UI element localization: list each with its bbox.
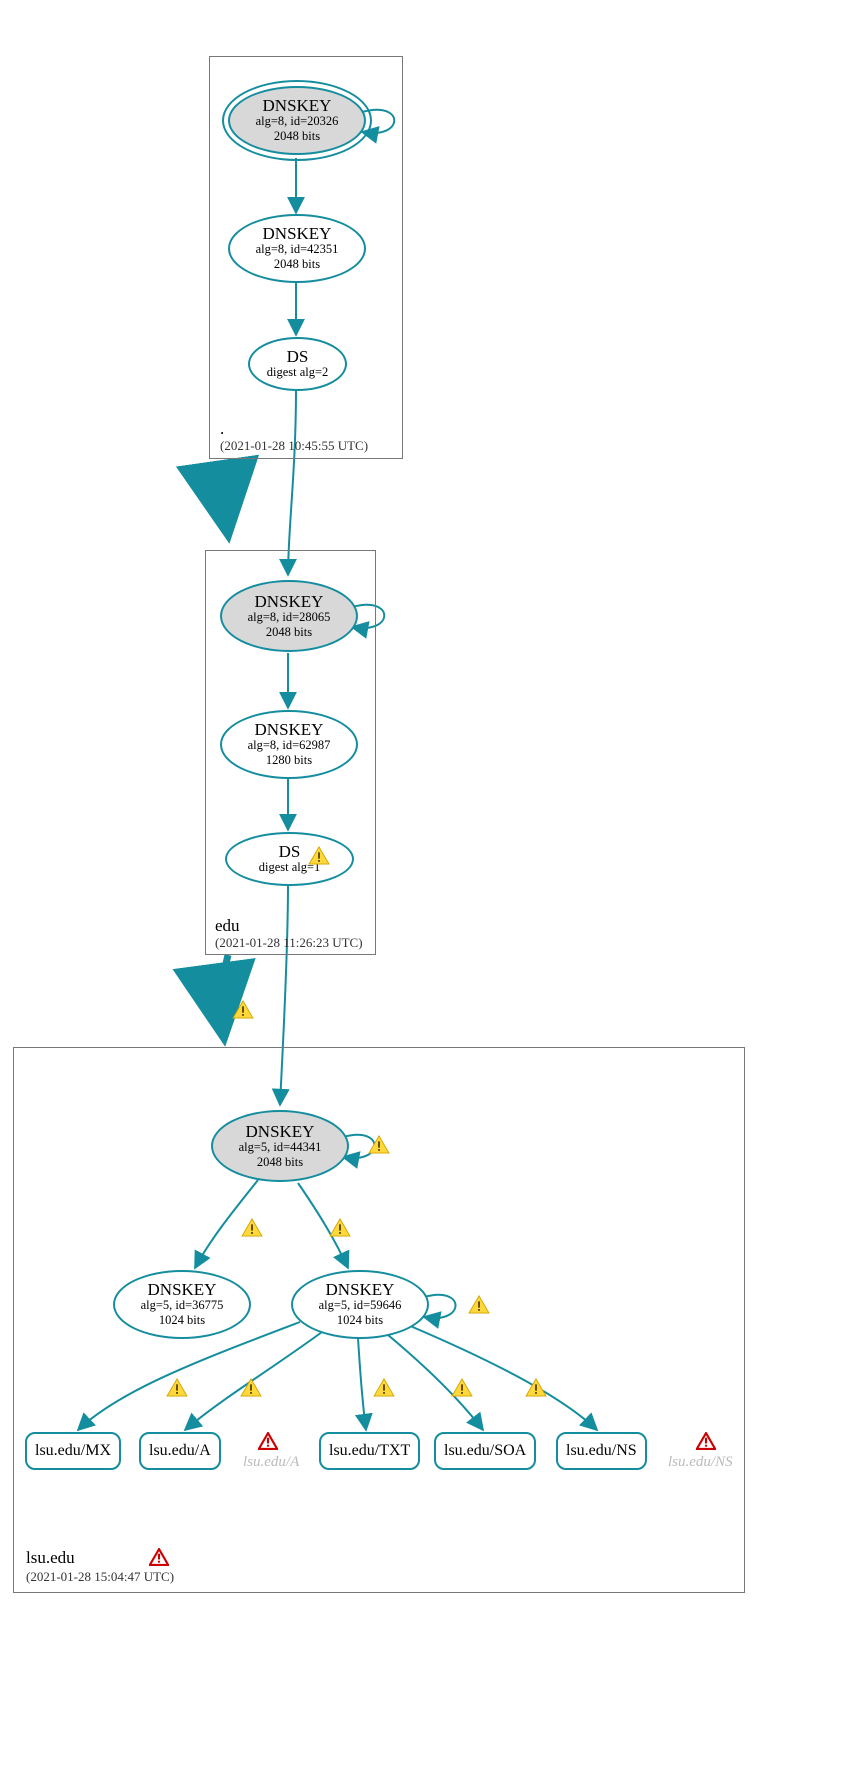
- warn-icon: [232, 1000, 254, 1019]
- edu-zsk: DNSKEY alg=8, id=62987 1280 bits: [220, 710, 358, 779]
- edu-ds: DS digest alg=1: [225, 832, 354, 886]
- error-icon: [258, 1432, 278, 1450]
- warn-icon: [329, 1218, 351, 1237]
- root-ds: DS digest alg=2: [248, 337, 347, 391]
- lsu-zsk1: DNSKEY alg=5, id=36775 1024 bits: [113, 1270, 251, 1339]
- rr-txt: lsu.edu/TXT: [319, 1432, 420, 1470]
- zone-root-name: .: [220, 419, 224, 439]
- root-ksk: DNSKEY alg=8, id=20326 2048 bits: [228, 86, 366, 155]
- edu-ksk: DNSKEY alg=8, id=28065 2048 bits: [220, 580, 358, 652]
- warn-icon: [525, 1378, 547, 1397]
- warn-icon: [451, 1378, 473, 1397]
- rr-a: lsu.edu/A: [139, 1432, 221, 1470]
- zone-edu-name: edu: [215, 916, 240, 936]
- warn-icon: [468, 1295, 490, 1314]
- warn-icon: [368, 1135, 390, 1154]
- zone-lsu-name: lsu.edu: [26, 1548, 75, 1568]
- root-zsk: DNSKEY alg=8, id=42351 2048 bits: [228, 214, 366, 283]
- warn-icon: [240, 1378, 262, 1397]
- rr-ns: lsu.edu/NS: [556, 1432, 647, 1470]
- error-icon: [696, 1432, 716, 1450]
- rr-mx: lsu.edu/MX: [25, 1432, 121, 1470]
- error-icon: [149, 1548, 169, 1566]
- warn-icon: [373, 1378, 395, 1397]
- rr-soa: lsu.edu/SOA: [434, 1432, 536, 1470]
- zone-edu-time: (2021-01-28 11:26:23 UTC): [215, 935, 363, 951]
- grey-a: lsu.edu/A: [243, 1454, 299, 1471]
- zone-root-time: (2021-01-28 10:45:55 UTC): [220, 438, 368, 454]
- lsu-zsk2: DNSKEY alg=5, id=59646 1024 bits: [291, 1270, 429, 1339]
- warn-icon: [241, 1218, 263, 1237]
- warn-icon: [308, 846, 330, 865]
- grey-ns: lsu.edu/NS: [668, 1454, 733, 1471]
- zone-lsu-time: (2021-01-28 15:04:47 UTC): [26, 1569, 174, 1585]
- lsu-ksk: DNSKEY alg=5, id=44341 2048 bits: [211, 1110, 349, 1182]
- warn-icon: [166, 1378, 188, 1397]
